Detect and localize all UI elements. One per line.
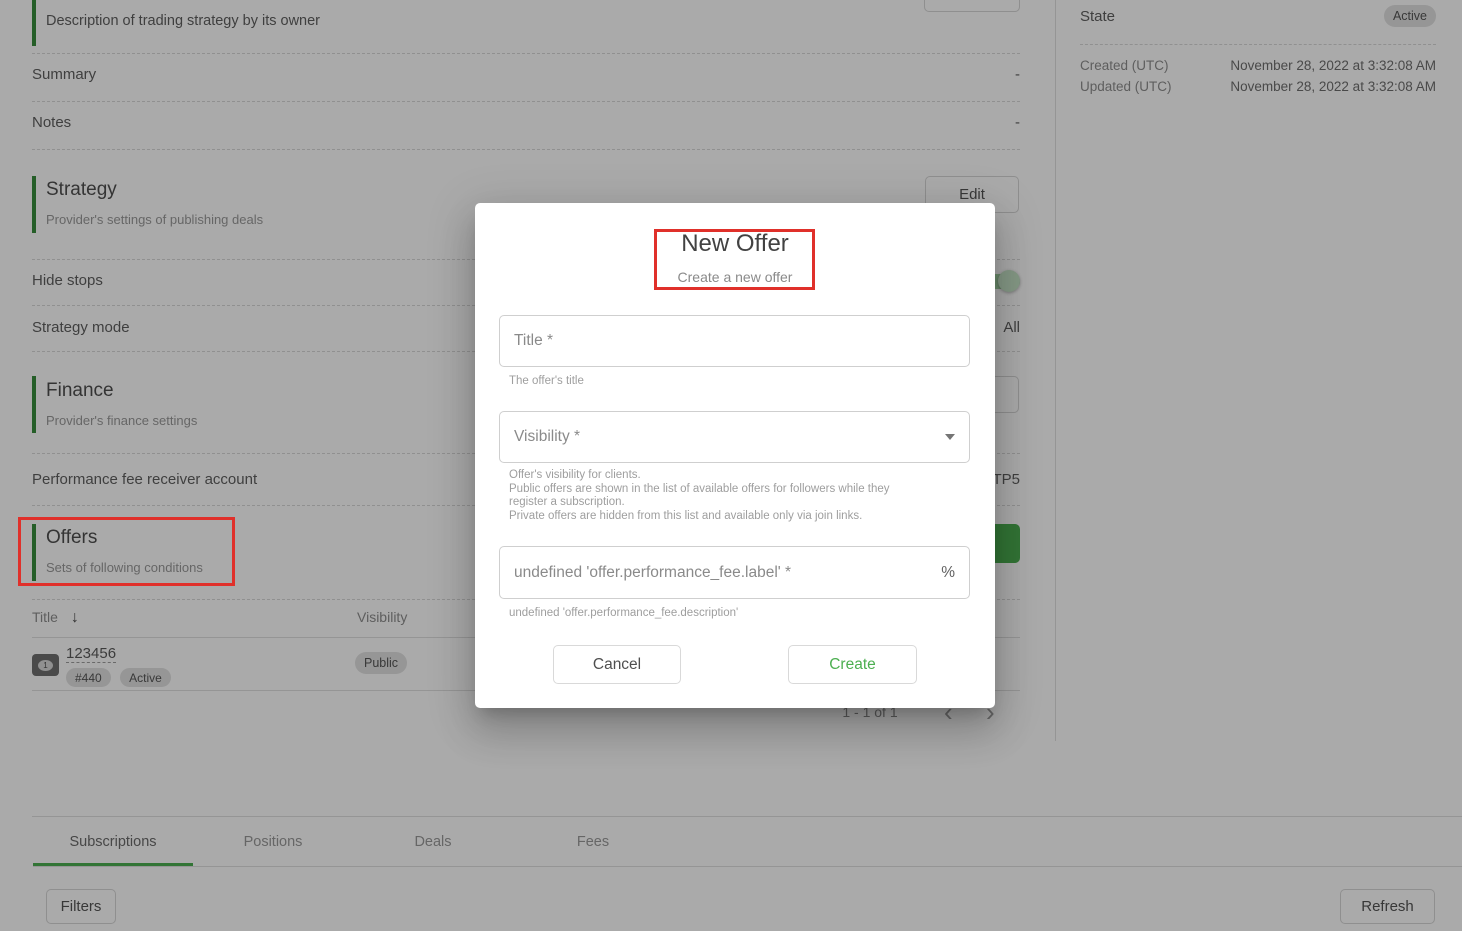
cancel-button[interactable]: Cancel bbox=[553, 645, 681, 684]
visibility-helper: Offer's visibility for clients. Public o… bbox=[509, 469, 890, 523]
performance-fee-input[interactable]: undefined 'offer.performance_fee.label' … bbox=[499, 546, 970, 599]
visibility-select[interactable]: Visibility * bbox=[499, 411, 970, 463]
page: Description of trading strategy by its o… bbox=[0, 0, 1462, 931]
performance-fee-placeholder: undefined 'offer.performance_fee.label' … bbox=[514, 564, 791, 582]
title-input-placeholder: Title * bbox=[514, 332, 553, 350]
title-helper: The offer's title bbox=[509, 375, 584, 389]
create-button[interactable]: Create bbox=[788, 645, 917, 684]
performance-fee-helper: undefined 'offer.performance_fee.descrip… bbox=[509, 607, 738, 621]
title-input[interactable]: Title * bbox=[499, 315, 970, 367]
dialog-title: New Offer bbox=[475, 230, 995, 258]
new-offer-dialog: New Offer Create a new offer Title * The… bbox=[475, 203, 995, 708]
visibility-select-label: Visibility * bbox=[514, 428, 580, 446]
percent-suffix: % bbox=[941, 564, 955, 582]
chevron-down-icon bbox=[945, 434, 955, 440]
dialog-subtitle: Create a new offer bbox=[475, 269, 995, 285]
